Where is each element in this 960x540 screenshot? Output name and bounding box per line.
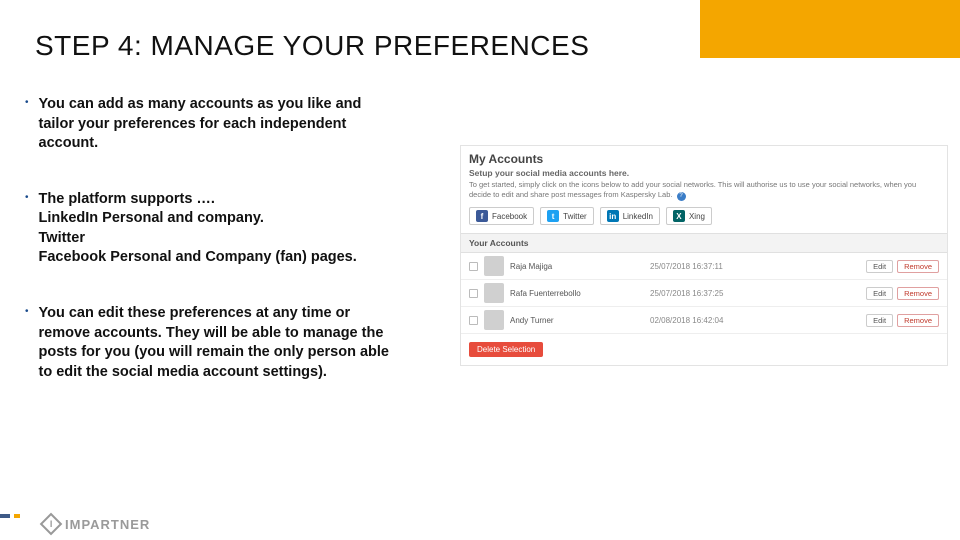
- brand-logo-icon: I: [40, 513, 63, 536]
- bullet-line: Facebook Personal and Company (fan) page…: [39, 248, 357, 268]
- row-checkbox[interactable]: [469, 289, 478, 298]
- helper-text: To get started, simply click on the icon…: [469, 180, 916, 199]
- panel-subtitle: Setup your social media accounts here.: [461, 168, 947, 180]
- help-icon[interactable]: ?: [677, 192, 686, 201]
- bullet-line: remove accounts. They will be able to ma…: [39, 324, 389, 344]
- xing-button[interactable]: X Xing: [666, 207, 712, 225]
- bullet-dot-icon: •: [25, 97, 29, 154]
- edit-button[interactable]: Edit: [866, 314, 893, 327]
- account-timestamp: 02/08/2018 16:42:04: [650, 316, 862, 325]
- bullet-line: account.: [39, 134, 362, 154]
- twitter-button[interactable]: t Twitter: [540, 207, 594, 225]
- avatar: [484, 310, 504, 330]
- social-label: Xing: [689, 212, 705, 221]
- social-label: LinkedIn: [623, 212, 653, 221]
- twitter-icon: t: [547, 210, 559, 222]
- account-row: Raja Majiga 25/07/2018 16:37:11 Edit Rem…: [461, 253, 947, 280]
- panel-heading: My Accounts: [461, 146, 947, 168]
- my-accounts-panel: My Accounts Setup your social media acco…: [460, 145, 948, 366]
- bullet-line: LinkedIn Personal and company.: [39, 209, 357, 229]
- social-label: Facebook: [492, 212, 527, 221]
- social-buttons-row: f Facebook t Twitter in LinkedIn X Xing: [461, 207, 947, 233]
- bullet-dot-icon: •: [25, 306, 29, 382]
- linkedin-button[interactable]: in LinkedIn: [600, 207, 660, 225]
- account-name: Andy Turner: [510, 316, 650, 325]
- panel-helper: To get started, simply click on the icon…: [461, 180, 947, 207]
- edit-button[interactable]: Edit: [866, 260, 893, 273]
- bullet-line: The platform supports ….: [39, 190, 357, 210]
- row-checkbox[interactable]: [469, 316, 478, 325]
- account-timestamp: 25/07/2018 16:37:11: [650, 262, 862, 271]
- bullet-line: to edit the social media account setting…: [39, 363, 389, 383]
- delete-selection-button[interactable]: Delete Selection: [469, 342, 543, 357]
- bullet-line: You can add as many accounts as you like…: [39, 95, 362, 115]
- bullet-item: • You can edit these preferences at any …: [25, 304, 455, 382]
- remove-button[interactable]: Remove: [897, 314, 939, 327]
- bullet-line: tailor your preferences for each indepen…: [39, 115, 362, 135]
- accounts-header: Your Accounts: [461, 233, 947, 253]
- account-row: Andy Turner 02/08/2018 16:42:04 Edit Rem…: [461, 307, 947, 334]
- avatar: [484, 283, 504, 303]
- account-row: Rafa Fuenterrebollo 25/07/2018 16:37:25 …: [461, 280, 947, 307]
- account-name: Rafa Fuenterrebollo: [510, 289, 650, 298]
- bullet-dot-icon: •: [25, 192, 29, 268]
- xing-icon: X: [673, 210, 685, 222]
- remove-button[interactable]: Remove: [897, 287, 939, 300]
- social-label: Twitter: [563, 212, 587, 221]
- bullet-line: You can edit these preferences at any ti…: [39, 304, 389, 324]
- bullet-line: posts for you (you will remain the only …: [39, 343, 389, 363]
- page-title: STEP 4: MANAGE YOUR PREFERENCES: [35, 30, 589, 62]
- accent-bar: [700, 0, 960, 58]
- brand-name: IMPARTNER: [65, 517, 150, 532]
- bullet-item: • The platform supports …. LinkedIn Pers…: [25, 190, 455, 268]
- account-name: Raja Majiga: [510, 262, 650, 271]
- row-checkbox[interactable]: [469, 262, 478, 271]
- remove-button[interactable]: Remove: [897, 260, 939, 273]
- bullet-list: • You can add as many accounts as you li…: [25, 95, 455, 418]
- account-timestamp: 25/07/2018 16:37:25: [650, 289, 862, 298]
- avatar: [484, 256, 504, 276]
- facebook-icon: f: [476, 210, 488, 222]
- linkedin-icon: in: [607, 210, 619, 222]
- edit-button[interactable]: Edit: [866, 287, 893, 300]
- bullet-line: Twitter: [39, 229, 357, 249]
- brand-footer: I IMPARTNER: [43, 516, 150, 532]
- facebook-button[interactable]: f Facebook: [469, 207, 534, 225]
- bullet-item: • You can add as many accounts as you li…: [25, 95, 455, 154]
